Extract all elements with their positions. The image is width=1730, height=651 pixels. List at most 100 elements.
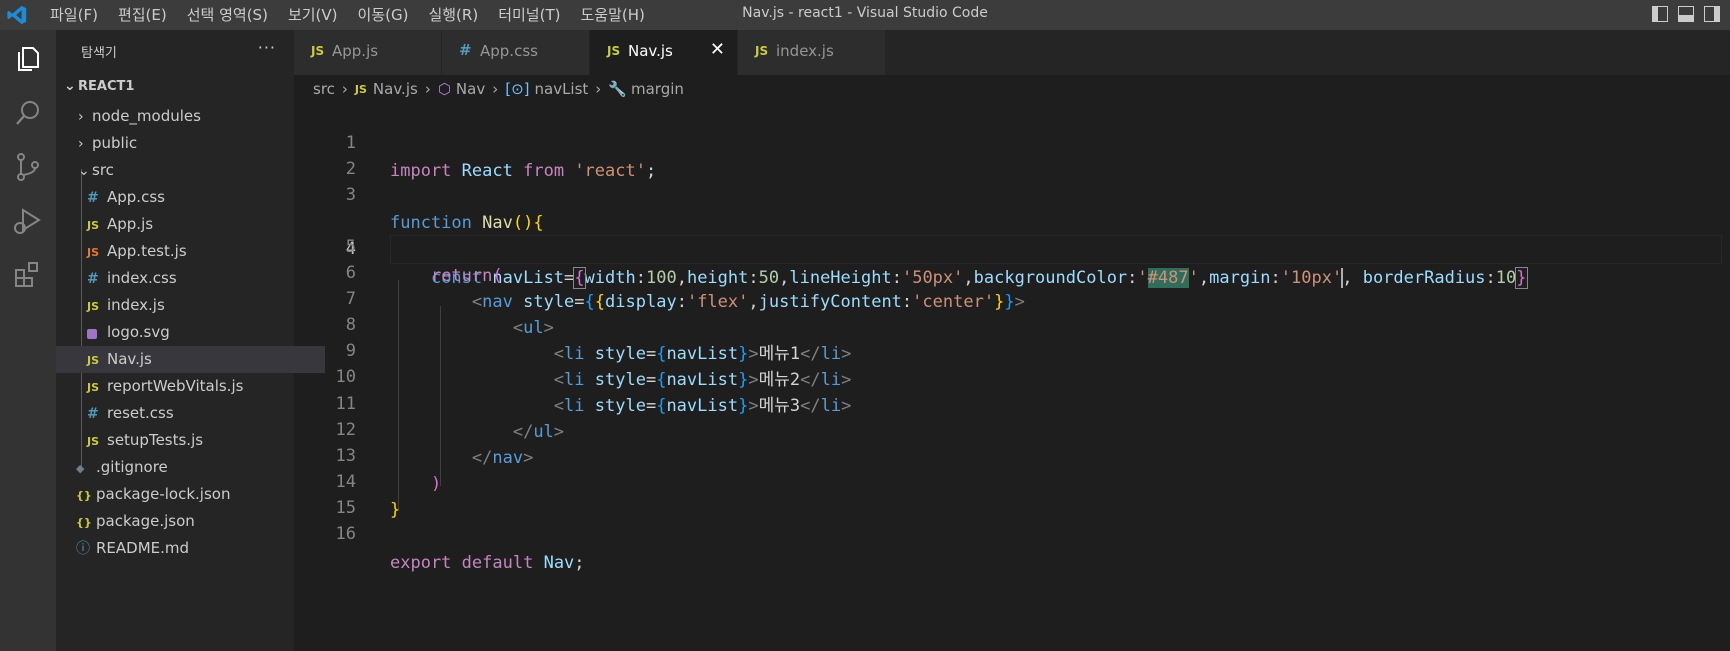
tree-item-nav-js[interactable]: JS Nav.js bbox=[56, 346, 325, 373]
extensions-icon[interactable] bbox=[11, 258, 45, 292]
tree-item-label: package.json bbox=[96, 512, 195, 530]
code-line-12: 12 </nav> bbox=[294, 387, 1730, 469]
tree-item-src[interactable]: ⌄ src bbox=[56, 157, 316, 184]
workspace-root[interactable]: ⌄ REACT1 bbox=[64, 78, 134, 94]
tree-item-reset-css[interactable]: # reset.css bbox=[56, 400, 325, 427]
tree-item-gitignore[interactable]: ◆ .gitignore bbox=[56, 454, 314, 481]
tree-item-label: package-lock.json bbox=[96, 485, 231, 503]
tree-item-label: App.css bbox=[107, 188, 165, 206]
code-line-11: 11 </ul> bbox=[294, 361, 1730, 443]
menu-edit[interactable]: 편집(E) bbox=[118, 0, 167, 30]
tree-item-label: reportWebVitals.js bbox=[107, 377, 244, 395]
tree-item-public[interactable]: › public bbox=[56, 130, 316, 157]
tab-label: App.css bbox=[480, 42, 538, 60]
tree-item-readme-md[interactable]: ⓘ README.md bbox=[56, 535, 314, 562]
source-control-icon[interactable] bbox=[11, 150, 45, 184]
code-line-15: 15 bbox=[294, 465, 1730, 518]
code-line-3: 3 function Nav(){ bbox=[294, 152, 1730, 234]
tree-item-report-web-vitals-js[interactable]: JS reportWebVitals.js bbox=[56, 373, 325, 400]
chevron-right-icon: › bbox=[595, 80, 602, 98]
tree-item-label: Nav.js bbox=[107, 350, 152, 368]
info-icon: ⓘ bbox=[76, 541, 90, 557]
toggle-panel-icon[interactable] bbox=[1678, 6, 1694, 22]
tree-item-app-js[interactable]: JS App.js bbox=[56, 211, 325, 238]
menu-file[interactable]: 파일(F) bbox=[50, 0, 98, 30]
menu-terminal[interactable]: 터미널(T) bbox=[498, 0, 560, 30]
tab-label: index.js bbox=[776, 42, 834, 60]
breadcrumb-symbol-navlist[interactable]: navList bbox=[535, 80, 589, 98]
tree-item-setup-tests-js[interactable]: JS setupTests.js bbox=[56, 427, 325, 454]
sidebar-title: 탐색기 bbox=[81, 46, 117, 61]
code-line-4: 4 const navList={width:100,height:50,lin… bbox=[294, 178, 1730, 290]
breadcrumb-file[interactable]: Nav.js bbox=[373, 80, 418, 98]
js-icon: JS bbox=[87, 219, 100, 232]
tab-app-css[interactable]: # App.css bbox=[442, 30, 590, 75]
tab-label: Nav.js bbox=[628, 42, 673, 60]
tree-item-index-js[interactable]: JS index.js bbox=[56, 292, 325, 319]
tree-item-label: public bbox=[92, 134, 138, 152]
tree-item-logo-svg[interactable]: logo.svg bbox=[56, 319, 325, 346]
js-icon: JS bbox=[354, 82, 367, 96]
tab-index-js[interactable]: JS index.js bbox=[738, 30, 886, 75]
search-icon[interactable] bbox=[11, 96, 45, 130]
breadcrumb: src › JS Nav.js › ⬡ Nav › [⊙] navList › … bbox=[313, 78, 684, 100]
code-line-2: 2 bbox=[294, 126, 1730, 179]
chevron-right-icon: › bbox=[78, 109, 84, 125]
activity-bar bbox=[0, 30, 56, 651]
js-icon: JS bbox=[87, 354, 100, 367]
tree-item-label: App.test.js bbox=[107, 242, 187, 260]
js-icon: JS bbox=[607, 44, 621, 58]
chevron-right-icon: › bbox=[424, 80, 431, 98]
tab-nav-js[interactable]: JS Nav.js ✕ bbox=[590, 30, 738, 75]
breadcrumb-src[interactable]: src bbox=[313, 80, 335, 98]
code-line-8: 8 <li style={navList}>메뉴1</li> bbox=[294, 283, 1730, 364]
explorer-icon[interactable] bbox=[11, 42, 45, 76]
breadcrumb-symbol-nav[interactable]: Nav bbox=[456, 80, 485, 98]
toggle-primary-sidebar-icon[interactable] bbox=[1652, 6, 1668, 22]
json-icon: {} bbox=[76, 489, 92, 502]
tree-item-label: reset.css bbox=[107, 404, 174, 422]
tree-item-index-css[interactable]: # index.css bbox=[56, 265, 325, 292]
tree-item-label: .gitignore bbox=[96, 458, 168, 476]
menu-view[interactable]: 보기(V) bbox=[288, 0, 338, 30]
menu-help[interactable]: 도움말(H) bbox=[580, 0, 644, 30]
json-icon: {} bbox=[76, 516, 92, 529]
layout-controls bbox=[1652, 6, 1720, 22]
menu-run[interactable]: 실행(R) bbox=[428, 0, 478, 30]
more-actions-icon[interactable]: ··· bbox=[258, 38, 276, 57]
css-icon: # bbox=[87, 271, 99, 287]
js-test-icon: JS bbox=[87, 246, 100, 259]
menu-selection[interactable]: 선택 영역(S) bbox=[187, 0, 268, 30]
close-icon[interactable]: ✕ bbox=[710, 39, 725, 60]
code-line-1: 1 import React from 'react'; bbox=[294, 100, 1730, 182]
tree-item-package-json[interactable]: {} package.json bbox=[56, 508, 314, 535]
toggle-secondary-sidebar-icon[interactable] bbox=[1704, 6, 1720, 22]
tree-item-label: logo.svg bbox=[107, 323, 170, 341]
tree-item-package-lock-json[interactable]: {} package-lock.json bbox=[56, 481, 314, 508]
tree-item-node-modules[interactable]: › node_modules bbox=[56, 103, 316, 130]
chevron-right-icon: › bbox=[492, 80, 499, 98]
tree-item-label: README.md bbox=[96, 539, 190, 557]
editor-tab-bar: JS App.js # App.css JS Nav.js ✕ JS index… bbox=[294, 30, 1730, 75]
code-line-7: 7 <ul> bbox=[294, 257, 1730, 338]
js-icon: JS bbox=[87, 300, 100, 313]
tree-item-label: App.js bbox=[107, 215, 154, 233]
menu-bar: 파일(F) 편집(E) 선택 영역(S) 보기(V) 이동(G) 실행(R) 터… bbox=[50, 0, 665, 30]
breadcrumb-symbol-margin[interactable]: margin bbox=[631, 80, 684, 98]
symbol-variable-icon: [⊙] bbox=[505, 80, 530, 98]
css-icon: # bbox=[87, 406, 99, 422]
js-icon: JS bbox=[311, 44, 325, 58]
code-line-5: 5 return( bbox=[294, 204, 1730, 286]
title-bar: 파일(F) 편집(E) 선택 영역(S) 보기(V) 이동(G) 실행(R) 터… bbox=[0, 0, 1730, 30]
chevron-right-icon: › bbox=[78, 136, 84, 152]
tab-label: App.js bbox=[332, 42, 379, 60]
explorer-sidebar: 탐색기 ··· ⌄ REACT1 › node_modules › public ⌄ s… bbox=[56, 30, 325, 651]
code-editor[interactable]: 1 import React from 'react'; 2 3 functio… bbox=[294, 100, 1730, 651]
tab-app-js[interactable]: JS App.js bbox=[294, 30, 442, 75]
tree-item-app-test-js[interactable]: JS App.test.js bbox=[56, 238, 325, 265]
run-debug-icon[interactable] bbox=[11, 204, 45, 238]
tree-item-label: index.js bbox=[107, 296, 165, 314]
tree-item-app-css[interactable]: # App.css bbox=[56, 184, 325, 211]
menu-go[interactable]: 이동(G) bbox=[358, 0, 409, 30]
css-icon: # bbox=[459, 41, 472, 59]
